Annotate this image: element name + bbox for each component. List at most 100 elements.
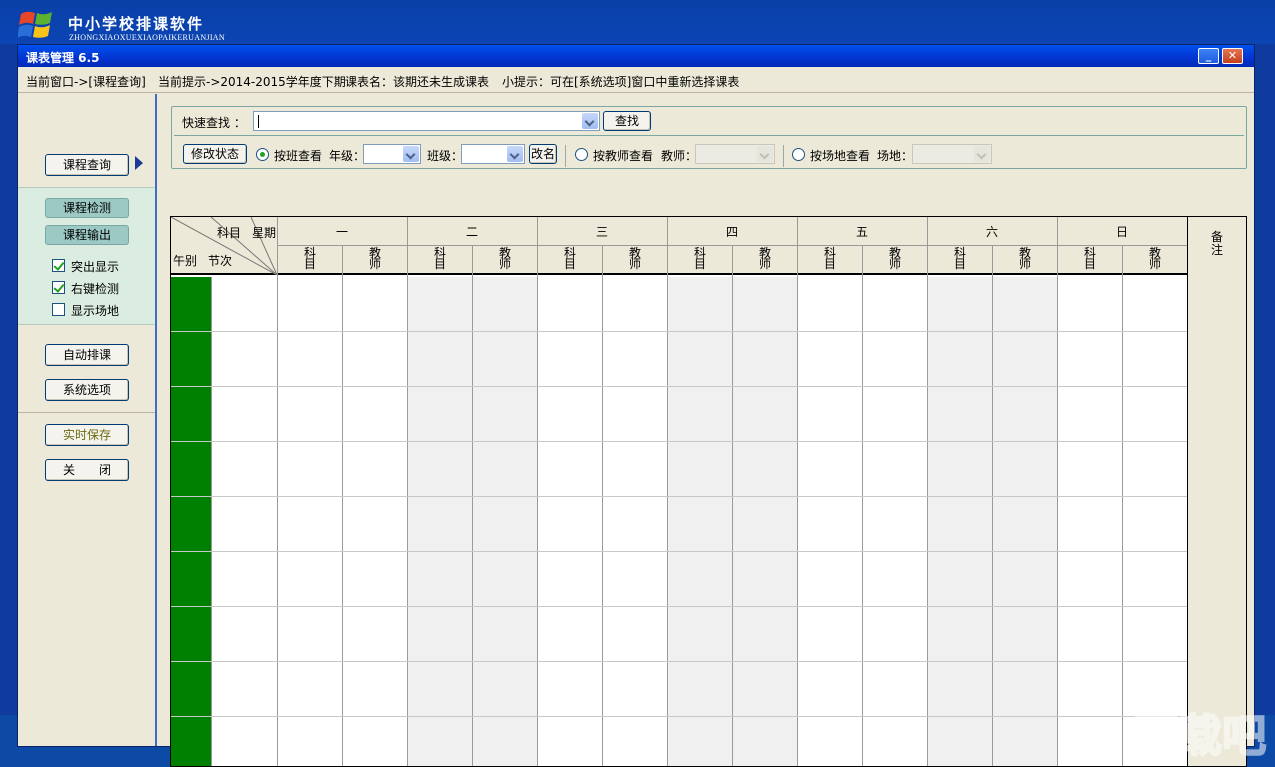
table-row[interactable] bbox=[211, 332, 1187, 387]
table-row[interactable] bbox=[211, 717, 1187, 766]
table-row[interactable] bbox=[211, 277, 1187, 332]
day-header-4: 四 bbox=[725, 225, 738, 239]
desktop-banner: 中小学校排课软件 ZHONGXIAOXUEXIAOPAIKERUANJIAN bbox=[0, 0, 1275, 44]
close-button[interactable]: ✕ bbox=[1222, 48, 1243, 64]
windows-logo-icon bbox=[18, 11, 52, 38]
search-group: 快速查找 ： 查找 修改状态 按班查看 年级： 班级： 改名 按教师查看 教师：… bbox=[171, 106, 1247, 169]
highlight-label: 突出显示 bbox=[71, 260, 120, 274]
minimize-icon: _ bbox=[1205, 49, 1212, 62]
right-click-check-checkbox[interactable] bbox=[52, 281, 65, 294]
class-label: 班级： bbox=[427, 149, 464, 163]
status-hint: 小提示：可在[系统选项]窗口中重新选择课表 bbox=[502, 75, 740, 89]
rename-button[interactable]: 改名 bbox=[529, 144, 557, 164]
modify-state-button[interactable]: 修改状态 bbox=[183, 144, 247, 164]
status-schedule-name: 课表名：该期还未生成课表 bbox=[345, 75, 490, 89]
right-panel: 快速查找 ： 查找 修改状态 按班查看 年级： 班级： 改名 按教师查看 教师：… bbox=[159, 94, 1254, 767]
app-title: 中小学校排课软件 bbox=[68, 15, 205, 33]
dropdown-arrow-icon[interactable] bbox=[974, 146, 990, 162]
corner-subject-label: 科目 bbox=[217, 226, 242, 240]
by-venue-label: 按场地查看 bbox=[810, 149, 871, 163]
course-query-button[interactable]: 课程查询 bbox=[45, 154, 129, 176]
auto-schedule-button[interactable]: 自动排课 bbox=[45, 344, 129, 366]
table-row[interactable] bbox=[211, 497, 1187, 552]
day-header-7: 日 bbox=[1115, 225, 1128, 239]
realtime-save-button[interactable]: 实时保存 bbox=[45, 424, 129, 446]
teacher-subheader: 教师 bbox=[628, 246, 641, 271]
teacher-subheader: 教师 bbox=[758, 246, 771, 271]
venue-label: 场地： bbox=[877, 149, 914, 163]
corner-period-label: 节次 bbox=[208, 254, 233, 268]
by-teacher-radio[interactable] bbox=[575, 148, 588, 161]
table-row[interactable] bbox=[211, 387, 1187, 442]
show-venue-checkbox[interactable] bbox=[52, 303, 65, 316]
period-group-column[interactable] bbox=[171, 277, 211, 766]
separator bbox=[783, 145, 784, 167]
highlight-checkbox[interactable] bbox=[52, 259, 65, 272]
by-class-label: 按班查看 bbox=[274, 149, 323, 163]
subject-subheader: 科目 bbox=[433, 246, 446, 271]
table-row[interactable] bbox=[211, 607, 1187, 662]
quick-find-input[interactable] bbox=[253, 111, 600, 131]
dropdown-arrow-icon[interactable] bbox=[507, 146, 523, 162]
day-header-3: 三 bbox=[595, 225, 608, 239]
teacher-subheader: 教师 bbox=[498, 246, 511, 271]
teacher-subheader: 教师 bbox=[368, 246, 381, 271]
watermark-text: 下载吧 bbox=[1134, 711, 1266, 761]
venue-select[interactable] bbox=[912, 144, 992, 164]
schedule-window: 课表管理 6.5 _ ✕ 当前窗口->[课程查询] 当前提示->2014-201… bbox=[17, 44, 1255, 767]
by-class-radio[interactable] bbox=[256, 148, 269, 161]
show-venue-label: 显示场地 bbox=[71, 304, 120, 318]
table-row[interactable] bbox=[211, 552, 1187, 607]
timetable-header: 科目 星期 午别 节次 一科目 教师二科目 教师三科目 教师四科目 教师五科目 教师六科目… bbox=[171, 217, 1246, 275]
dropdown-arrow-icon[interactable] bbox=[757, 146, 773, 162]
right-click-check-label: 右键检测 bbox=[71, 282, 120, 296]
window-titlebar[interactable]: 课表管理 6.5 _ ✕ bbox=[18, 45, 1254, 67]
class-select[interactable] bbox=[461, 144, 525, 164]
remark-label: 备注 bbox=[1210, 230, 1223, 257]
search-divider bbox=[174, 135, 1244, 136]
remark-column[interactable]: 备注 bbox=[1187, 217, 1246, 766]
teacher-subheader: 教师 bbox=[1148, 246, 1161, 271]
teacher-label: 教师： bbox=[661, 149, 698, 163]
subject-subheader: 科目 bbox=[823, 246, 836, 271]
subject-subheader: 科目 bbox=[693, 246, 706, 271]
day-header-5: 五 bbox=[855, 225, 868, 239]
corner-weekday-label: 星期 bbox=[252, 226, 277, 240]
subject-subheader: 科目 bbox=[563, 246, 576, 271]
subject-subheader: 科目 bbox=[1083, 246, 1096, 271]
app-subtitle: ZHONGXIAOXUEXIAOPAIKERUANJIAN bbox=[69, 33, 225, 42]
day-header-1: 一 bbox=[335, 225, 348, 239]
close-icon: ✕ bbox=[1227, 49, 1238, 62]
close-window-button[interactable]: 关 闭 bbox=[45, 459, 129, 481]
status-bar: 当前窗口->[课程查询] 当前提示->2014-2015学年度下期 课表名：该期… bbox=[18, 67, 1254, 93]
course-check-button[interactable]: 课程检测 bbox=[45, 198, 129, 218]
status-current-window: 当前窗口->[课程查询] bbox=[26, 75, 146, 89]
dropdown-arrow-icon[interactable] bbox=[403, 146, 419, 162]
separator bbox=[565, 145, 566, 167]
grade-select[interactable] bbox=[363, 144, 421, 164]
day-header-2: 二 bbox=[465, 225, 478, 239]
subject-subheader: 科目 bbox=[953, 246, 966, 271]
quick-find-label: 快速查找 ： bbox=[182, 116, 246, 130]
course-output-button[interactable]: 课程输出 bbox=[45, 225, 129, 245]
teacher-subheader: 教师 bbox=[1018, 246, 1031, 271]
text-cursor bbox=[258, 115, 259, 128]
table-row[interactable] bbox=[211, 662, 1187, 717]
arrow-right-icon bbox=[135, 156, 143, 170]
left-panel: 课程查询 课程检测 课程输出 突出显示 右键检测 显示场地 自动排课 系统选项 … bbox=[18, 94, 157, 746]
table-row[interactable] bbox=[211, 442, 1187, 497]
watermark-logo: 下载吧 bbox=[1133, 710, 1267, 761]
status-current-tip: 当前提示->2014-2015学年度下期 bbox=[158, 75, 346, 89]
minimize-button[interactable]: _ bbox=[1198, 48, 1219, 64]
find-button[interactable]: 查找 bbox=[603, 111, 651, 131]
options-group: 课程检测 课程输出 突出显示 右键检测 显示场地 bbox=[18, 187, 155, 325]
by-venue-radio[interactable] bbox=[792, 148, 805, 161]
subject-subheader: 科目 bbox=[303, 246, 316, 271]
corner-period-group-label: 午别 bbox=[173, 254, 198, 268]
teacher-select[interactable] bbox=[695, 144, 775, 164]
timetable-grid[interactable]: 科目 星期 午别 节次 一科目 教师二科目 教师三科目 教师四科目 教师五科目 教师六科目… bbox=[170, 216, 1247, 767]
dropdown-arrow-icon[interactable] bbox=[582, 113, 598, 129]
day-header-6: 六 bbox=[985, 225, 998, 239]
teacher-subheader: 教师 bbox=[888, 246, 901, 271]
system-options-button[interactable]: 系统选项 bbox=[45, 379, 129, 401]
